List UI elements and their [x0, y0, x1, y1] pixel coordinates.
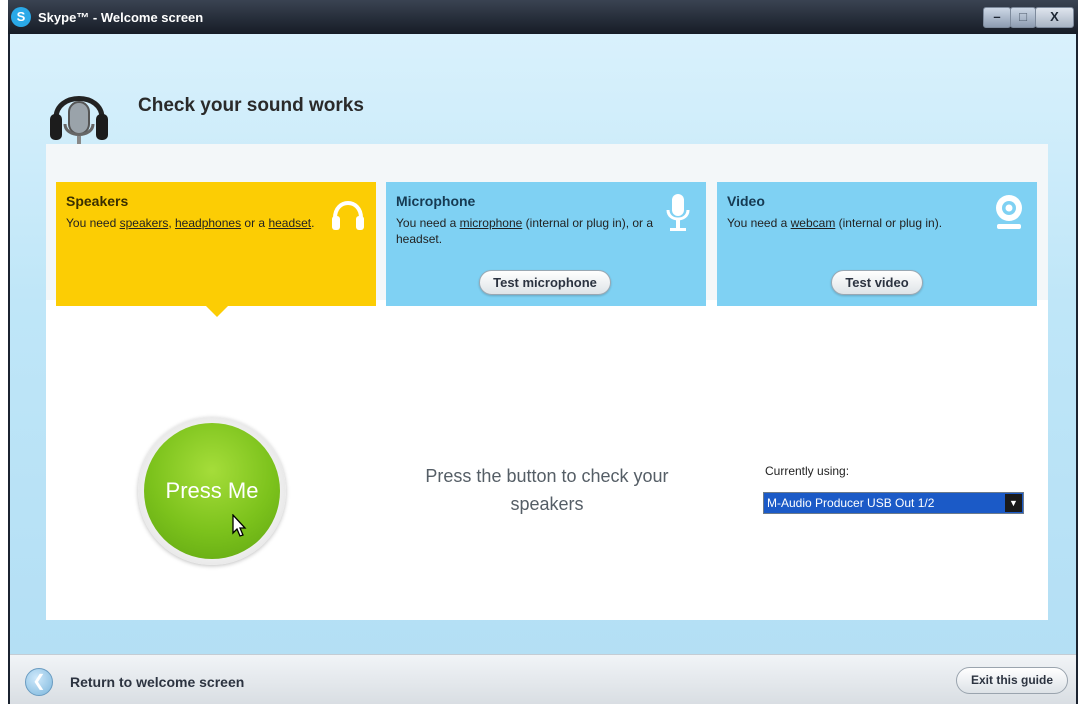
webcam-icon — [996, 195, 1022, 229]
microphone-desc-text: You need a — [396, 216, 460, 230]
back-arrow-icon[interactable]: ❮ — [25, 668, 53, 696]
return-to-welcome-link[interactable]: Return to welcome screen — [70, 674, 244, 690]
headphones-icon — [332, 201, 364, 230]
test-microphone-button[interactable]: Test microphone — [479, 270, 611, 295]
setup-panel: Speakers You need speakers, headphones o… — [46, 144, 1048, 620]
tab-speakers[interactable]: Speakers You need speakers, headphones o… — [56, 182, 376, 306]
currently-using-label: Currently using: — [765, 464, 850, 478]
test-video-button[interactable]: Test video — [831, 270, 923, 295]
chevron-down-icon[interactable]: ▼ — [1005, 494, 1022, 512]
speakers-link[interactable]: speakers — [120, 216, 169, 230]
speaker-instruction: Press the button to check your speakers — [425, 466, 669, 514]
minimize-button[interactable]: – — [983, 7, 1011, 28]
skype-window: S Skype™ - Welcome screen – □ X Check yo… — [8, 0, 1078, 704]
microphone-description: You need a microphone (internal or plug … — [396, 215, 666, 247]
video-desc-end: (internal or plug in). — [835, 216, 943, 230]
microphone-icon — [666, 194, 690, 231]
headset-link[interactable]: headset — [268, 216, 311, 230]
window-title: Skype™ - Welcome screen — [38, 10, 204, 25]
speakers-description: You need speakers, headphones or a heads… — [66, 215, 336, 231]
close-button[interactable]: X — [1035, 7, 1074, 28]
speakers-desc-text: You need — [66, 216, 120, 230]
tab-microphone[interactable]: Microphone You need a microphone (intern… — [386, 182, 706, 306]
video-desc-text: You need a — [727, 216, 791, 230]
mouse-cursor-icon — [232, 514, 247, 537]
microphone-title: Microphone — [396, 193, 476, 209]
footer-bar: ❮ Return to welcome screen Exit this gui… — [10, 654, 1076, 704]
active-tab-pointer — [206, 306, 228, 317]
webcam-link[interactable]: webcam — [791, 216, 836, 230]
headphones-link[interactable]: headphones — [175, 216, 241, 230]
page-title: Check your sound works — [138, 95, 364, 116]
speakers-title: Speakers — [66, 193, 129, 209]
speakers-desc-end: . — [311, 216, 315, 230]
skype-logo-icon: S — [11, 7, 31, 27]
client-area: Check your sound works Speakers You need… — [10, 34, 1076, 704]
video-title: Video — [727, 193, 765, 209]
title-bar[interactable]: S Skype™ - Welcome screen – □ X — [8, 0, 1078, 34]
maximize-button[interactable]: □ — [1010, 7, 1036, 28]
press-me-button[interactable]: Press Me — [144, 423, 280, 559]
speaker-device-select[interactable]: M-Audio Producer USB Out 1/2 ▼ — [763, 492, 1024, 514]
tab-video[interactable]: Video You need a webcam (internal or plu… — [717, 182, 1037, 306]
speakers-desc-sep: or a — [241, 216, 269, 230]
video-description: You need a webcam (internal or plug in). — [727, 215, 997, 231]
microphone-link[interactable]: microphone — [460, 216, 523, 230]
speakers-desc-sep: , — [168, 216, 175, 230]
selected-device: M-Audio Producer USB Out 1/2 — [767, 496, 935, 510]
exit-guide-button[interactable]: Exit this guide — [956, 667, 1068, 694]
